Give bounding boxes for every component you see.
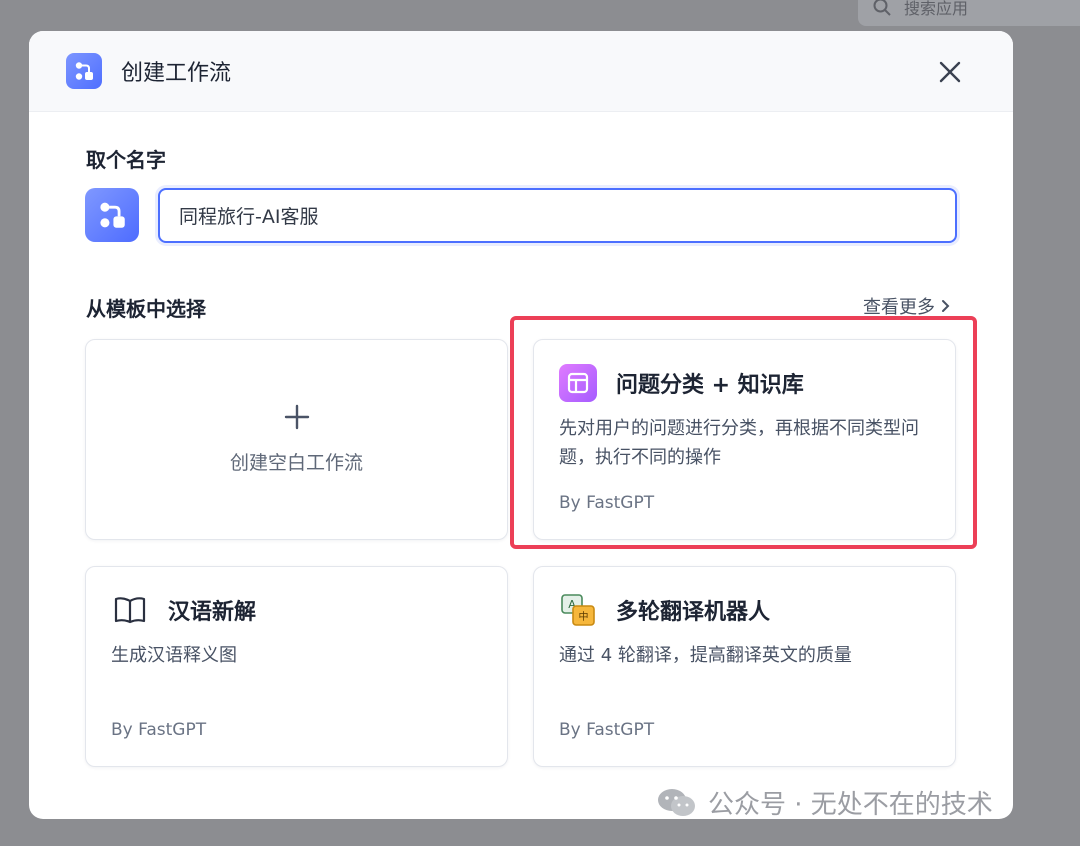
plus-icon xyxy=(284,404,309,430)
layout-panel-icon xyxy=(559,364,597,402)
see-more-link[interactable]: 查看更多 xyxy=(863,293,951,319)
blank-card-label: 创建空白工作流 xyxy=(229,452,363,474)
template-author: By FastGPT xyxy=(559,493,655,513)
translate-icon: A 中 xyxy=(559,591,597,629)
watermark: 公众号 · 无处不在的技术 xyxy=(656,784,993,821)
workflow-icon xyxy=(66,53,102,89)
template-title: 多轮翻译机器人 xyxy=(616,600,771,625)
template-description: 通过 4 轮翻译，提高翻译英文的质量 xyxy=(559,645,852,666)
modal-header: 创建工作流 xyxy=(29,31,1013,112)
template-title: 汉语新解 xyxy=(168,600,257,625)
create-workflow-modal: 创建工作流 取个名字 从模板中选择 查看更多 创建空白工作流 xyxy=(29,31,1013,819)
template-title: 问题分类 + 知识库 xyxy=(616,373,804,398)
close-icon xyxy=(939,61,961,83)
template-author: By FastGPT xyxy=(111,720,207,740)
template-card-multi-round-translate[interactable]: A 中 多轮翻译机器人 通过 4 轮翻译，提高翻译英文的质量 By FastGP… xyxy=(533,566,956,767)
template-description: 生成汉语释义图 xyxy=(111,645,237,666)
template-card-chinese-explain[interactable]: 汉语新解 生成汉语释义图 By FastGPT xyxy=(85,566,508,767)
template-card-question-classify[interactable]: 问题分类 + 知识库 先对用户的问题进行分类，再根据不同类型问题，执行不同的操作… xyxy=(533,339,956,540)
modal-title: 创建工作流 xyxy=(121,61,232,86)
name-section-label: 取个名字 xyxy=(86,148,166,172)
watermark-text: 公众号 · 无处不在的技术 xyxy=(708,790,993,820)
wechat-icon xyxy=(658,788,695,816)
workflow-icon xyxy=(100,202,125,228)
background-search-input: 搜索应用 xyxy=(858,0,1080,26)
close-button[interactable] xyxy=(935,57,965,87)
create-blank-workflow-card[interactable]: 创建空白工作流 xyxy=(85,339,508,540)
template-author: By FastGPT xyxy=(559,720,655,740)
see-more-label: 查看更多 xyxy=(863,297,935,318)
search-placeholder: 搜索应用 xyxy=(904,0,969,18)
workflow-name-input[interactable] xyxy=(158,188,957,243)
svg-text:中: 中 xyxy=(579,610,589,623)
chevron-right-icon xyxy=(942,300,950,312)
template-section-label: 从模板中选择 xyxy=(86,297,206,321)
workflow-avatar-button[interactable] xyxy=(85,188,139,242)
template-description: 先对用户的问题进行分类，再根据不同类型问题，执行不同的操作 xyxy=(559,418,919,468)
search-icon xyxy=(873,0,891,16)
book-icon xyxy=(111,591,149,629)
